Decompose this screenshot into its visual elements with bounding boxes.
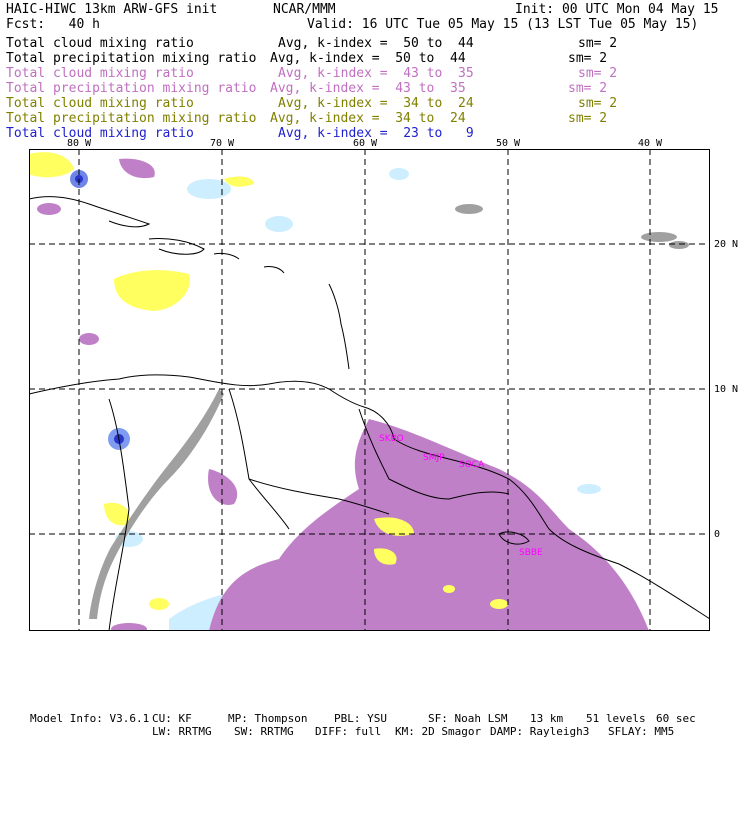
footer-item: PBL: YSU (334, 712, 387, 725)
legend-row: Total precipitation mixing ratio Avg, k-… (6, 111, 726, 126)
legend-sm: sm= 2 (578, 96, 618, 111)
station-label: SOCA (459, 460, 485, 470)
lon-label-80w: 80 W (67, 138, 92, 149)
station-label: SMJP (423, 453, 445, 463)
footer-item: KM: 2D Smagor (395, 725, 482, 738)
legend-avg: Avg, k-index = 50 to 44 (278, 36, 474, 51)
legend-avg: Avg, k-index = 43 to 35 (270, 81, 466, 96)
lon-label-60w: 60 W (353, 138, 378, 149)
footer-item: 60 sec (656, 712, 696, 725)
org-label: NCAR/MMM (273, 2, 336, 17)
legend-row: Total cloud mixing ratio Avg, k-index = … (6, 66, 726, 81)
legend-row: Total precipitation mixing ratio Avg, k-… (6, 81, 726, 96)
forecast-map: SKBO SMJP SOCA SBBE 80 W 70 W 60 W 50 W … (29, 149, 710, 631)
legend-field: Total precipitation mixing ratio (6, 51, 257, 66)
legend-sm: sm= 2 (568, 81, 608, 96)
legend-avg: Avg, k-index = 43 to 35 (278, 66, 474, 81)
init-time: Init: 00 UTC Mon 04 May 15 (515, 2, 719, 17)
footer-item: 13 km (530, 712, 564, 725)
legend-field: Total precipitation mixing ratio (6, 81, 257, 96)
footer-item: MP: Thompson (228, 712, 308, 725)
legend-sm: sm= 2 (568, 51, 608, 66)
legend-sm: sm= 2 (578, 36, 618, 51)
legend-field: Total cloud mixing ratio (6, 66, 194, 81)
legend-row: Total cloud mixing ratio Avg, k-index = … (6, 96, 726, 111)
legend-avg: Avg, k-index = 34 to 24 (270, 111, 466, 126)
lon-label-70w: 70 W (210, 138, 235, 149)
footer-item: 51 levels (586, 712, 646, 725)
station-label: SBBE (519, 548, 543, 558)
model-title: HAIC-HIWC 13km ARW-GFS init (6, 2, 218, 17)
forecast-hour: Fcst: 40 h (6, 17, 100, 32)
footer-item: SFLAY: MM5 (608, 725, 675, 738)
legend-field: Total cloud mixing ratio (6, 96, 194, 111)
footer-item: DAMP: Rayleigh3 (490, 725, 590, 738)
lat-label-20n: 20 N (714, 239, 739, 250)
legend-sm: sm= 2 (568, 111, 608, 126)
legend-field: Total cloud mixing ratio (6, 36, 194, 51)
legend-row: Total cloud mixing ratio Avg, k-index = … (6, 36, 726, 51)
legend-avg: Avg, k-index = 50 to 44 (270, 51, 466, 66)
lon-label-50w: 50 W (496, 138, 521, 149)
legend-sm: sm= 2 (578, 66, 618, 81)
lat-label-10n: 10 N (714, 384, 739, 395)
station-label: SKBO (379, 434, 404, 444)
legend-field: Total precipitation mixing ratio (6, 111, 257, 126)
footer-item: CU: KF (152, 712, 192, 725)
model-info-row-2: LW: RRTMG SW: RRTMG DIFF: full KM: 2D Sm… (0, 725, 740, 816)
footer-item: DIFF: full (315, 725, 382, 738)
valid-time: Valid: 16 UTC Tue 05 May 15 (13 LST Tue … (307, 17, 699, 32)
footer-item: SF: Noah LSM (428, 712, 508, 725)
legend-row: Total precipitation mixing ratio Avg, k-… (6, 51, 726, 66)
legend-avg: Avg, k-index = 34 to 24 (278, 96, 474, 111)
lat-label-0: 0 (714, 529, 721, 540)
footer-item: Model Info: V3.6.1 (30, 712, 150, 725)
legend-field: Total cloud mixing ratio (6, 126, 194, 141)
lon-label-40w: 40 W (638, 138, 663, 149)
footer-item: SW: RRTMG (234, 725, 294, 738)
footer-item: LW: RRTMG (152, 725, 212, 738)
